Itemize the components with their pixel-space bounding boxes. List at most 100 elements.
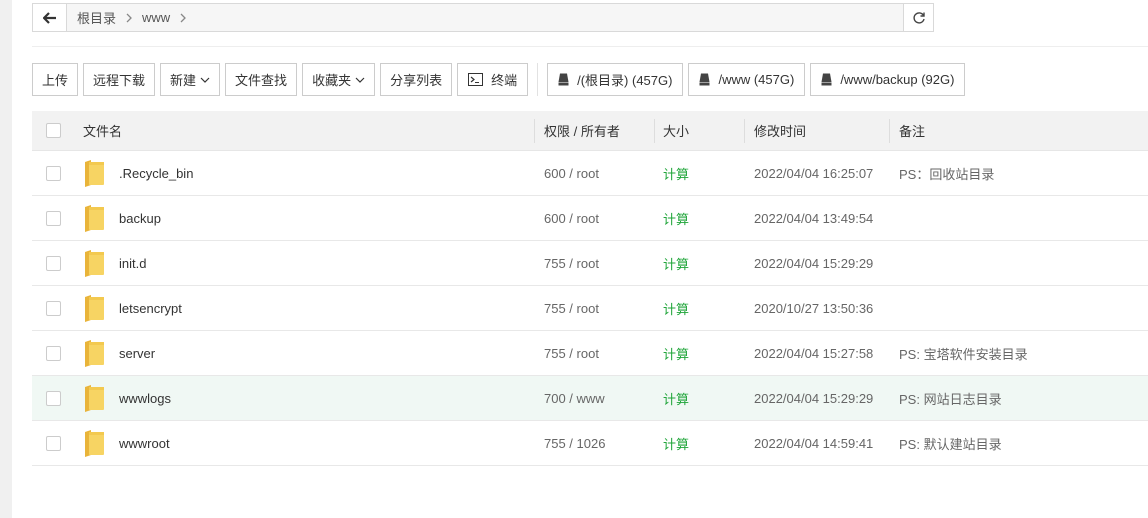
upload-button[interactable]: 上传 [32,63,79,96]
mtime-cell: 2022/04/04 13:49:54 [754,210,874,226]
table-row[interactable]: .Recycle_bin 600 / root 计算 2022/04/04 16… [32,151,1148,196]
file-name-cell[interactable]: .Recycle_bin [83,159,193,187]
table-row[interactable]: wwwroot 755 / 1026 计算 2022/04/04 14:59:4… [32,421,1148,466]
row-checkbox[interactable] [46,345,61,361]
perm-cell[interactable]: 700 / www [544,391,605,406]
file-table: 文件名 权限 / 所有者 大小 修改时间 备注 .Recycle_bin 600… [32,111,1148,466]
folder-icon [83,339,105,367]
chevron-down-icon [200,77,210,83]
chevron-down-icon [355,77,365,83]
breadcrumb-www[interactable]: www [142,10,170,25]
mtime-cell: 2022/04/04 15:29:29 [754,255,874,271]
select-all-checkbox[interactable] [46,123,61,138]
file-search-button[interactable]: 文件查找 [225,63,298,96]
note-cell[interactable]: PS：回收站目录 [899,164,994,183]
table-row[interactable]: wwwlogs 700 / www 计算 2022/04/04 15:29:29… [32,376,1148,421]
file-name[interactable]: backup [119,211,161,226]
back-button[interactable] [33,4,67,31]
toolbar-divider [537,63,539,96]
folder-icon [83,159,105,187]
refresh-button[interactable] [903,3,934,32]
size-calc-link[interactable]: 计算 [663,344,689,363]
table-row[interactable]: init.d 755 / root 计算 2022/04/04 15:29:29 [32,241,1148,286]
note-cell[interactable]: PS: 宝塔软件安装目录 [899,344,1028,363]
remote-download-button[interactable]: 远程下载 [83,63,156,96]
column-divider[interactable] [654,119,655,143]
terminal-button[interactable]: 终端 [457,63,529,96]
favorites-button[interactable]: 收藏夹 [302,63,376,96]
file-name[interactable]: wwwlogs [119,391,171,406]
file-name[interactable]: init.d [119,256,146,271]
folder-icon [83,204,105,232]
divider [32,46,1148,47]
file-name-cell[interactable]: wwwlogs [83,384,171,412]
column-divider[interactable] [889,119,890,143]
perm-cell[interactable]: 755 / root [544,256,599,271]
table-row[interactable]: backup 600 / root 计算 2022/04/04 13:49:54 [32,196,1148,241]
size-calc-link[interactable]: 计算 [663,299,689,318]
disk-root-button[interactable]: /(根目录) (457G) [547,63,684,96]
mtime-cell: 2020/10/27 13:50:36 [754,300,874,316]
mtime-cell: 2022/04/04 15:27:58 [754,345,874,361]
size-calc-link[interactable]: 计算 [663,164,689,183]
size-calc-link[interactable]: 计算 [663,434,689,453]
file-name-cell[interactable]: server [83,339,155,367]
file-name[interactable]: .Recycle_bin [119,166,193,181]
mtime-cell: 2022/04/04 14:59:41 [754,435,874,451]
size-calc-link[interactable]: 计算 [663,389,689,408]
file-name[interactable]: letsencrypt [119,301,182,316]
mtime-cell: 2022/04/04 15:29:29 [754,390,874,406]
row-checkbox[interactable] [46,435,61,451]
mtime-cell: 2022/04/04 16:25:07 [754,165,874,181]
row-checkbox[interactable] [46,390,61,406]
chevron-right-icon [126,13,132,23]
chevron-right-icon [180,13,187,23]
folder-icon [83,249,105,277]
header-size[interactable]: 大小 [663,121,689,140]
table-body: .Recycle_bin 600 / root 计算 2022/04/04 16… [32,151,1148,466]
breadcrumb: 根目录 www [67,4,933,31]
disk-www-button[interactable]: /www (457G) [688,63,806,96]
file-name-cell[interactable]: backup [83,204,161,232]
column-divider[interactable] [744,119,745,143]
perm-cell[interactable]: 755 / root [544,346,599,361]
share-list-button[interactable]: 分享列表 [380,63,453,96]
perm-cell[interactable]: 600 / root [544,166,599,181]
file-name-cell[interactable]: wwwroot [83,429,170,457]
header-note: 备注 [899,124,926,139]
hard-drive-icon [821,73,832,86]
header-mtime[interactable]: 修改时间 [754,121,806,140]
refresh-icon [912,11,925,24]
folder-icon [83,429,105,457]
folder-icon [83,294,105,322]
row-checkbox[interactable] [46,300,61,316]
row-checkbox[interactable] [46,210,61,226]
perm-cell[interactable]: 600 / root [544,211,599,226]
perm-cell[interactable]: 755 / 1026 [544,436,605,451]
note-cell[interactable]: PS: 网站日志目录 [899,389,1002,408]
row-checkbox[interactable] [46,255,61,271]
terminal-icon [468,73,484,86]
folder-icon [83,384,105,412]
file-name-cell[interactable]: letsencrypt [83,294,182,322]
table-row[interactable]: letsencrypt 755 / root 计算 2020/10/27 13:… [32,286,1148,331]
disk-backup-button[interactable]: /www/backup (92G) [810,63,966,96]
size-calc-link[interactable]: 计算 [663,209,689,228]
header-perm[interactable]: 权限 / 所有者 [544,121,620,140]
new-button[interactable]: 新建 [160,63,221,96]
file-manager-panel: 根目录 www 上传 远程下载 新建 文件查找 收藏夹 分享列表 终端 /(根目… [12,0,1148,518]
arrow-left-icon [42,11,56,24]
header-name[interactable]: 文件名 [83,121,122,140]
row-checkbox[interactable] [46,165,61,181]
note-cell[interactable]: PS: 默认建站目录 [899,434,1002,453]
column-divider[interactable] [534,119,535,143]
file-name[interactable]: server [119,346,155,361]
breadcrumb-root[interactable]: 根目录 [77,8,116,27]
hard-drive-icon [699,73,710,86]
file-name[interactable]: wwwroot [119,436,170,451]
file-name-cell[interactable]: init.d [83,249,146,277]
size-calc-link[interactable]: 计算 [663,254,689,273]
hard-drive-icon [558,73,569,86]
perm-cell[interactable]: 755 / root [544,301,599,316]
table-row[interactable]: server 755 / root 计算 2022/04/04 15:27:58… [32,331,1148,376]
